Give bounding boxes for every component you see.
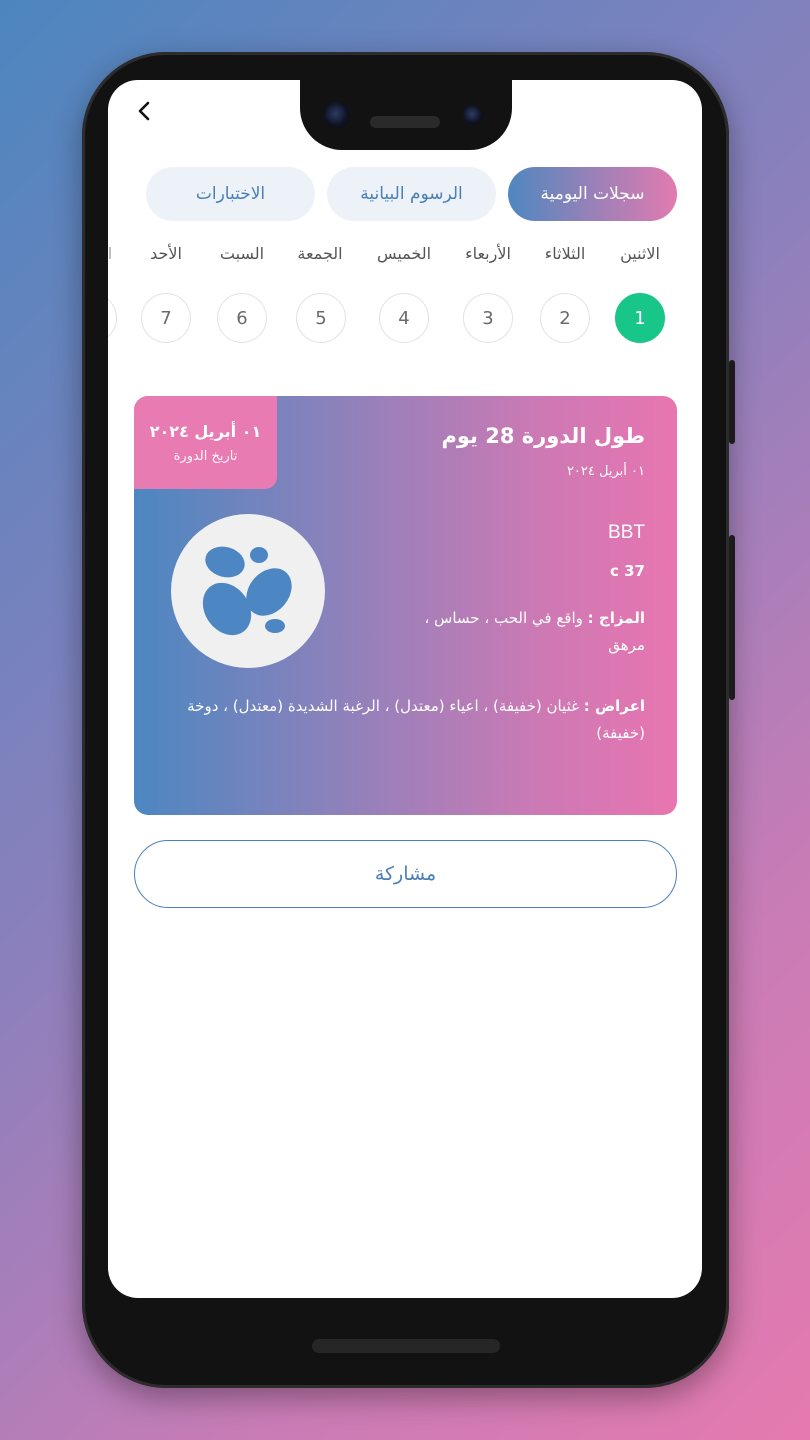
share-button[interactable]: مشاركة [134,840,677,908]
tab-daily-logs[interactable]: سجلات اليومية [508,167,677,221]
bbt-label: BBT [608,522,645,543]
bottom-speaker-bar [312,1339,500,1353]
cycle-date-label: تاريخ الدورة [173,448,238,464]
back-button[interactable] [132,98,158,124]
weekday-label-partial: ا [108,244,113,263]
paw-blobs-logo-icon [202,546,292,636]
power-button [729,360,735,444]
day-number[interactable]: 7 [141,293,191,343]
symptoms-text: اعراض : غثيان (خفيفة) ، اعياء (معتدل) ، … [175,693,645,747]
symptoms-value: غثيان (خفيفة) ، اعياء (معتدل) ، الرغبة ا… [187,697,645,742]
camera-notch [300,68,512,150]
tab-tests[interactable]: الاختبارات [146,167,315,221]
mood-text: المزاج : واقع في الحب ، حساس ، مرهق [405,605,645,659]
volume-button [729,535,735,700]
weekday-label: الجمعة [297,244,343,263]
day-number[interactable]: 3 [463,293,513,343]
weekday-label: الاثنين [620,244,660,263]
day-number[interactable]: 2 [540,293,590,343]
chevron-left-icon [138,101,150,121]
day-number[interactable]: 5 [296,293,346,343]
weekday-label: الأربعاء [465,244,511,263]
day-number-partial[interactable] [108,293,117,343]
day-number[interactable]: 4 [379,293,429,343]
weekday-label: الخميس [376,244,432,263]
cycle-start-date: ٠١ أبريل ٢٠٢٤ [566,464,645,479]
day-number[interactable]: 6 [217,293,267,343]
cycle-card: ٠١ أبريل ٢٠٢٤ تاريخ الدورة طول الدورة 28… [134,396,677,815]
day-number-selected[interactable]: 1 [615,293,665,343]
cycle-date-badge: ٠١ أبريل ٢٠٢٤ تاريخ الدورة [134,396,277,489]
tab-charts[interactable]: الرسوم البيانية [327,167,496,221]
bbt-value: 37 c [609,562,645,580]
cycle-date-value: ٠١ أبريل ٢٠٢٤ [149,421,262,441]
sensor-icon [463,105,483,125]
earpiece-speaker [370,116,440,128]
mood-label: المزاج : [587,609,645,627]
weekday-label: السبت [219,244,265,263]
app-screen: سجلات اليومية الرسوم البيانية الاختبارات… [108,80,702,1298]
symptoms-label: اعراض : [583,697,645,715]
front-camera-icon [324,102,350,128]
cycle-length-title: طول الدورة 28 يوم [441,424,645,448]
weekday-label: الأحد [150,244,182,263]
weekday-label: الثلاثاء [544,244,586,263]
app-logo [171,514,325,668]
